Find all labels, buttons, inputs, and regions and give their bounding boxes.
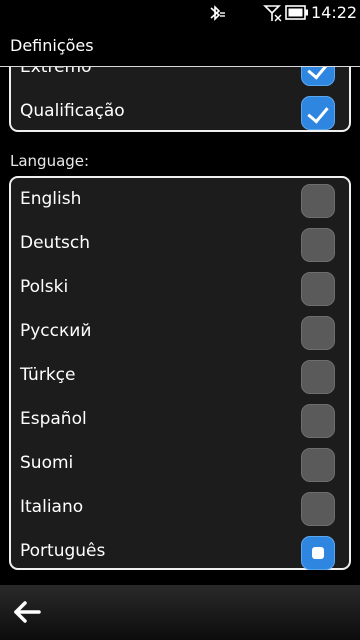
no-signal-icon: [263, 5, 282, 22]
language-label: Deutsch: [20, 233, 90, 253]
language-option-turkish[interactable]: Türkçe: [11, 354, 349, 398]
language-label: Español: [20, 409, 87, 429]
header-divider: [0, 66, 360, 67]
language-option-spanish[interactable]: Español: [11, 398, 349, 442]
battery-icon: [285, 5, 308, 20]
checkbox-unchecked[interactable]: [301, 448, 335, 482]
language-label: Türkçe: [20, 365, 76, 385]
checkbox-unchecked[interactable]: [301, 316, 335, 350]
option-label: Qualificação: [20, 101, 125, 121]
page-title: Definições: [10, 36, 94, 55]
status-bar: 14:22: [0, 0, 360, 26]
list-item[interactable]: Qualificação: [11, 90, 349, 130]
language-option-finnish[interactable]: Suomi: [11, 442, 349, 486]
language-label: Português: [20, 541, 106, 561]
checkbox-unchecked[interactable]: [301, 228, 335, 262]
checkbox-unchecked[interactable]: [301, 272, 335, 306]
language-section-label: Language:: [10, 152, 90, 170]
language-option-russian[interactable]: Русский: [11, 310, 349, 354]
checkbox-selected[interactable]: [301, 536, 335, 570]
checkbox-unchecked[interactable]: [301, 360, 335, 394]
checkbox-unchecked[interactable]: [301, 404, 335, 438]
bottom-toolbar: [0, 585, 360, 640]
language-label: Polski: [20, 277, 69, 297]
language-label: Italiano: [20, 497, 84, 517]
checkbox-checked[interactable]: [301, 96, 335, 130]
language-option-polski[interactable]: Polski: [11, 266, 349, 310]
status-time: 14:22: [311, 3, 358, 22]
checkbox-unchecked[interactable]: [301, 184, 335, 218]
language-label: English: [20, 189, 82, 209]
checkbox-unchecked[interactable]: [301, 492, 335, 526]
language-option-italian[interactable]: Italiano: [11, 486, 349, 530]
language-option-english[interactable]: English: [11, 178, 349, 222]
language-option-portuguese[interactable]: Português: [11, 530, 349, 574]
language-list-card: English Deutsch Polski Русский Türkçe Es…: [9, 176, 351, 570]
language-label: Русский: [20, 321, 92, 341]
language-option-deutsch[interactable]: Deutsch: [11, 222, 349, 266]
title-bar: Definições: [0, 26, 360, 66]
language-label: Suomi: [20, 453, 74, 473]
bluetooth-icon: [210, 5, 225, 21]
back-arrow-icon[interactable]: [12, 599, 42, 625]
